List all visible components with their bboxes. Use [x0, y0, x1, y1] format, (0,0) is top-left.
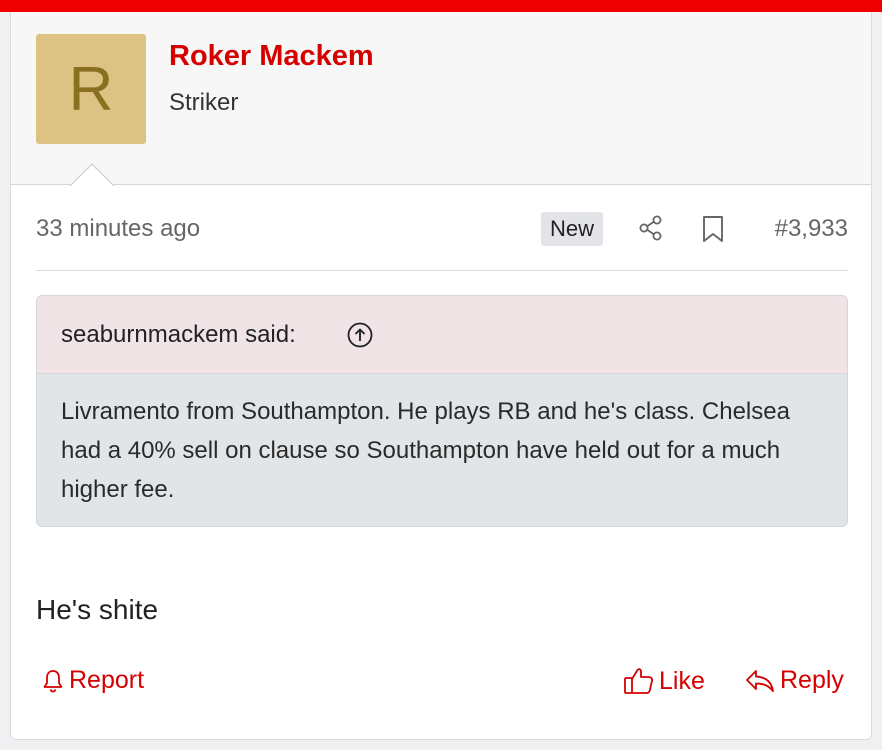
top-accent-bar — [0, 0, 882, 12]
post-timestamp[interactable]: 33 minutes ago — [36, 215, 200, 243]
username-link[interactable]: Roker Mackem — [169, 40, 374, 73]
bell-icon — [43, 669, 63, 693]
quote-text: Livramento from Southampton. He plays RB… — [61, 398, 790, 503]
arrow-up-circle-icon[interactable] — [347, 322, 373, 348]
quote-header: seaburnmackem said: — [37, 296, 847, 374]
avatar-letter: R — [68, 54, 114, 124]
like-label: Like — [659, 666, 705, 695]
bookmark-icon[interactable] — [701, 215, 725, 243]
quote-author[interactable]: seaburnmackem said: — [61, 321, 296, 349]
divider — [36, 270, 848, 271]
like-button[interactable]: Like — [623, 666, 705, 696]
share-icon[interactable] — [638, 215, 664, 241]
new-badge: New — [541, 212, 604, 246]
user-header: R Roker Mackem Striker — [11, 0, 871, 187]
post-body-text: He's shite — [36, 594, 159, 625]
reply-arrow-icon — [746, 669, 774, 692]
report-button[interactable]: Report — [41, 666, 144, 695]
post-actions: Report Like Reply — [36, 666, 848, 706]
thumbs-up-icon — [624, 668, 653, 694]
avatar[interactable]: R — [36, 34, 146, 144]
post-number-link[interactable]: #3,933 — [775, 215, 848, 243]
quote-block: seaburnmackem said: Livramento from Sout… — [36, 295, 848, 527]
reply-label: Reply — [780, 666, 844, 694]
post-meta: 33 minutes ago New #3,933 — [36, 206, 848, 251]
reply-button[interactable]: Reply — [744, 666, 844, 695]
post-card: R Roker Mackem Striker 33 minutes ago Ne… — [10, 0, 872, 740]
user-title: Striker — [169, 89, 239, 116]
report-label: Report — [69, 666, 145, 694]
